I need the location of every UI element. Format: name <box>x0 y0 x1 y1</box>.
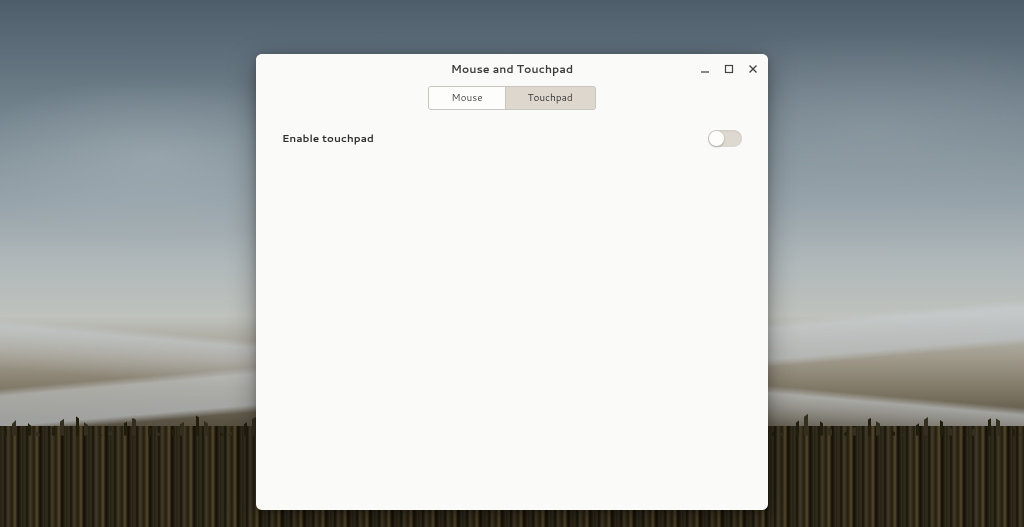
enable-touchpad-row: Enable touchpad <box>282 130 742 147</box>
maximize-button[interactable] <box>722 62 736 76</box>
minimize-icon <box>700 64 710 74</box>
tab-bar: Mouse Touchpad <box>256 84 768 116</box>
window-title: Mouse and Touchpad <box>451 61 573 77</box>
settings-window: Mouse and Touchpad Mouse Touchpad Enable… <box>256 54 768 510</box>
maximize-icon <box>724 64 734 74</box>
tab-group: Mouse Touchpad <box>428 86 595 110</box>
tab-touchpad[interactable]: Touchpad <box>505 87 595 109</box>
minimize-button[interactable] <box>698 62 712 76</box>
enable-touchpad-label: Enable touchpad <box>282 132 374 146</box>
tab-mouse[interactable]: Mouse <box>429 87 504 109</box>
window-controls <box>698 54 760 84</box>
enable-touchpad-toggle[interactable] <box>708 130 742 147</box>
toggle-knob <box>709 131 724 146</box>
window-titlebar[interactable]: Mouse and Touchpad <box>256 54 768 84</box>
settings-content: Enable touchpad <box>256 116 768 510</box>
close-icon <box>748 64 758 74</box>
close-button[interactable] <box>746 62 760 76</box>
